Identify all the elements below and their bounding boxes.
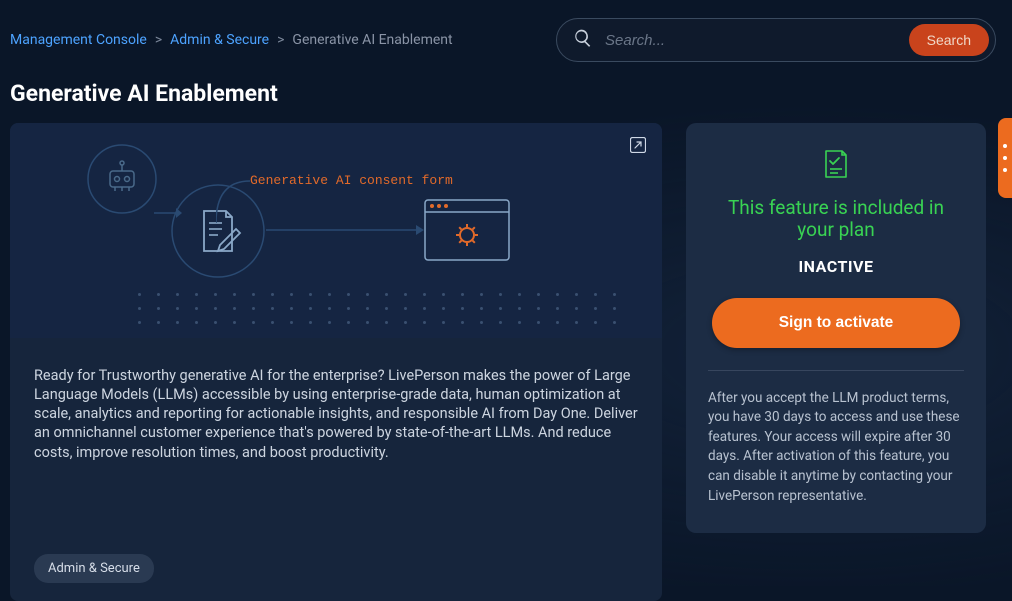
breadcrumb: Management Console > Admin & Secure > Ge…	[10, 32, 532, 48]
chevron-right-icon: >	[155, 32, 162, 48]
breadcrumb-root[interactable]: Management Console	[10, 32, 147, 48]
terms-text: After you accept the LLM product terms, …	[708, 389, 964, 506]
connector-line	[216, 177, 250, 223]
dot-pattern	[138, 293, 618, 333]
feature-status: INACTIVE	[798, 257, 873, 276]
feature-card: Generative AI consent form	[10, 123, 662, 601]
document-check-icon	[823, 149, 849, 183]
category-tag[interactable]: Admin & Secure	[34, 554, 154, 583]
search-bar: Search	[556, 18, 996, 62]
feature-description: Ready for Trustworthy generative AI for …	[34, 366, 638, 462]
illustration-label: Generative AI consent form	[250, 173, 453, 188]
chevron-right-icon: >	[277, 32, 284, 48]
page-title: Generative AI Enablement	[0, 62, 1012, 123]
breadcrumb-current: Generative AI Enablement	[292, 32, 452, 48]
plan-status-text: This feature is included in your plan	[708, 197, 964, 241]
sign-to-activate-button[interactable]: Sign to activate	[712, 298, 960, 348]
side-drawer-handle[interactable]	[998, 118, 1012, 198]
breadcrumb-section[interactable]: Admin & Secure	[170, 32, 269, 48]
arrow-icon	[266, 222, 426, 238]
divider	[708, 370, 964, 371]
browser-window-icon	[424, 199, 510, 261]
expand-icon[interactable]	[630, 137, 646, 153]
feature-illustration: Generative AI consent form	[10, 123, 662, 338]
activation-panel: This feature is included in your plan IN…	[686, 123, 986, 533]
search-button[interactable]: Search	[909, 24, 989, 56]
search-input[interactable]	[605, 32, 897, 49]
robot-icon	[86, 143, 158, 215]
search-icon	[573, 28, 593, 52]
